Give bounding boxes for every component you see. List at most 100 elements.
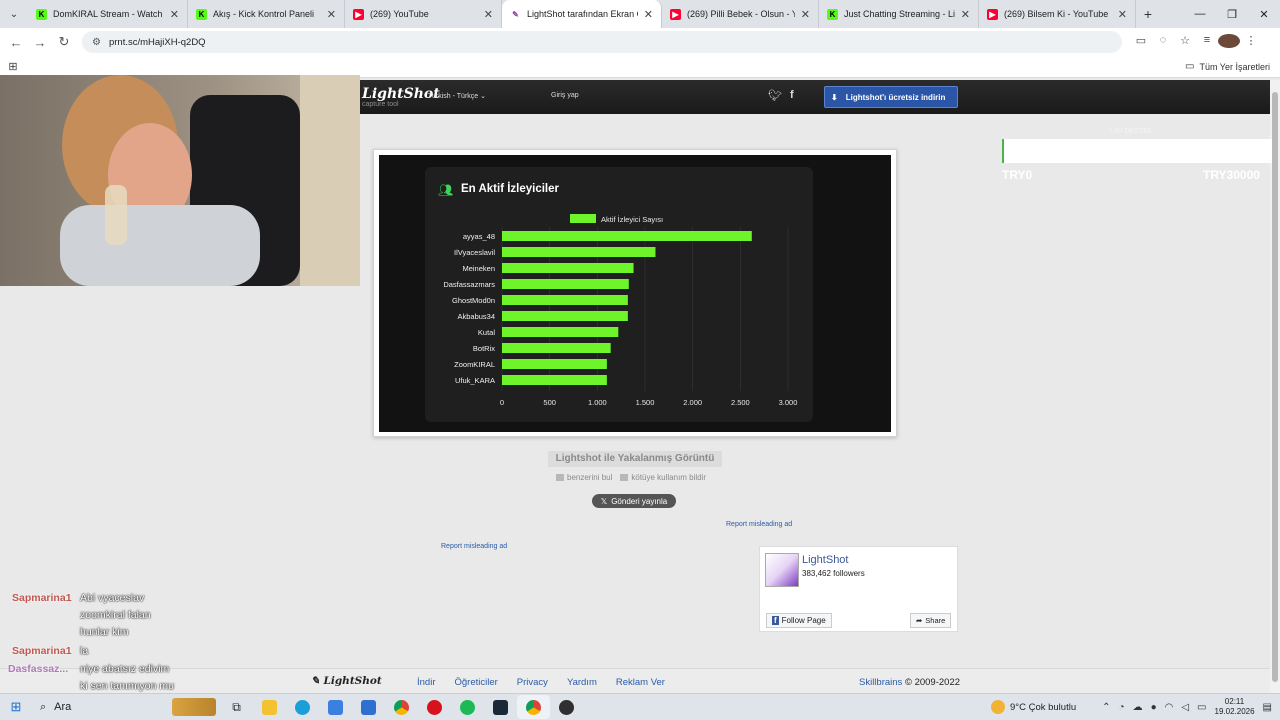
footer-link-download[interactable]: İndir	[417, 677, 435, 688]
footer-link-tutorials[interactable]: Öğreticiler	[454, 677, 497, 688]
tab-domkiral[interactable]: K DomKIRAL Stream - Watch Live ✕	[28, 0, 188, 28]
mic-icon[interactable]: ●	[1151, 702, 1157, 713]
cloud-icon[interactable]: ☁	[1133, 702, 1143, 713]
weather-widget[interactable]: 9°C Çok bulutlu	[991, 700, 1076, 714]
close-icon[interactable]: ✕	[961, 8, 970, 21]
back-icon[interactable]: ←	[4, 35, 28, 50]
facebook-icon[interactable]: f	[790, 89, 794, 102]
taskbar-search[interactable]: ⌕ Ara	[32, 696, 220, 718]
close-icon[interactable]: ✕	[170, 8, 179, 21]
chrome-active-icon[interactable]	[517, 695, 550, 719]
y-tick-label: Kutal	[478, 328, 495, 337]
weather-text: 9°C Çok bulutlu	[1010, 701, 1077, 713]
follow-page-button[interactable]: f Follow Page	[766, 613, 832, 628]
footer-link-privacy[interactable]: Privacy	[517, 677, 548, 688]
windows-start-icon[interactable]: ⊞	[0, 699, 32, 715]
captured-screenshot[interactable]: 👥︎ En Aktif İzleyiciler Aktif İzleyici S…	[373, 149, 897, 437]
chart-card: 👥︎ En Aktif İzleyiciler Aktif İzleyici S…	[425, 167, 813, 422]
task-view-icon[interactable]: ⧉	[220, 695, 253, 719]
share-button[interactable]: ➦ Share	[910, 613, 952, 628]
legend-label: Aktif İzleyici Sayısı	[601, 215, 663, 224]
apps-grid-icon[interactable]: ⊞	[0, 60, 26, 73]
bar-chart: Aktif İzleyici Sayısı 0 500 1.000 1.500 2.000…	[443, 214, 797, 407]
chevron-up-icon[interactable]: ⌃	[1102, 702, 1110, 713]
y-tick-label: ayyas_48	[463, 232, 495, 241]
chrome-icon[interactable]	[385, 695, 418, 719]
find-similar-link[interactable]: benzerini bul	[556, 473, 612, 482]
close-icon[interactable]: ✕	[644, 8, 653, 21]
skillbrains-link[interactable]: Skillbrains	[859, 677, 902, 688]
close-window-icon[interactable]: ✕	[1248, 8, 1280, 21]
notifications-icon[interactable]: ▤	[1263, 702, 1272, 713]
file-explorer-icon[interactable]	[253, 695, 286, 719]
report-ad-link[interactable]: Report misleading ad	[726, 521, 792, 528]
tab-lightshot[interactable]: ✎ LightShot tarafından Ekran Görü ✕	[502, 0, 662, 28]
bar	[502, 247, 656, 257]
y-tick-label: IlVyaceslavil	[454, 248, 495, 257]
reload-icon[interactable]: ↻	[52, 34, 76, 50]
close-icon[interactable]: ✕	[327, 8, 336, 21]
search-label: Ara	[54, 701, 72, 713]
reading-list-icon[interactable]: ≡	[1196, 34, 1218, 51]
footer-link-advertise[interactable]: Reklam Ver	[616, 677, 665, 688]
y-tick-label: Meineken	[462, 264, 495, 273]
restore-icon[interactable]: ❐	[1216, 8, 1248, 21]
tab-search-icon[interactable]: ⌄	[0, 0, 28, 28]
lightshot-page-avatar[interactable]	[765, 553, 799, 587]
twitter-icon[interactable]: 🐦︎	[768, 89, 782, 102]
legend-swatch	[570, 214, 596, 223]
language-select[interactable]: Turkish - Türkçe ⌄	[428, 92, 486, 100]
star-icon[interactable]: ☆	[1174, 34, 1196, 51]
obs-icon[interactable]	[550, 695, 583, 719]
youtube-icon: ▶	[987, 8, 998, 20]
chat-message: zoomkiral falan	[80, 609, 151, 621]
store-icon[interactable]	[319, 695, 352, 719]
minimize-icon[interactable]: —	[1184, 8, 1216, 21]
tab-youtube[interactable]: ▶ (269) YouTube ✕	[345, 0, 502, 28]
footer-link-help[interactable]: Yardım	[567, 677, 597, 688]
report-abuse-link[interactable]: kötüye kullanım bildir	[620, 473, 706, 482]
system-tray: 9°C Çok bulutlu ⌃ ◔ ☁ ● ◠ ◁ ▭ 02:11 19.0…	[991, 697, 1280, 717]
chat-message: niye abatsız edivim	[80, 663, 170, 675]
network-icon[interactable]: ◔	[1119, 702, 1125, 713]
menu-icon[interactable]: ⋮	[1240, 34, 1262, 51]
fb-followers: 383,462 followers	[802, 569, 865, 578]
tweet-button[interactable]: 𝕏 Gönderi yayınla	[592, 494, 676, 508]
forward-icon[interactable]: →	[28, 35, 52, 50]
site-info-icon[interactable]: ⚙	[92, 37, 101, 48]
webcam-feed	[0, 75, 360, 286]
volume-icon[interactable]: ◁	[1181, 702, 1189, 713]
tab-bilsem[interactable]: ▶ (269) Bilsem Ki - YouTube ✕	[979, 0, 1136, 28]
chat-username: Sapmarina1	[12, 592, 72, 604]
clock-time: 02:11	[1224, 697, 1245, 706]
all-bookmarks[interactable]: ▭ Tüm Yer İşaretleri	[1185, 61, 1270, 72]
close-icon[interactable]: ✕	[1118, 8, 1127, 21]
bar	[502, 231, 752, 241]
cast-icon[interactable]: ▭	[1130, 34, 1152, 51]
close-icon[interactable]: ✕	[801, 8, 810, 21]
footer-logo[interactable]: ✎ LightShot	[311, 675, 382, 687]
avatar[interactable]	[1218, 33, 1240, 51]
fb-page-name[interactable]: LightShot	[802, 554, 848, 566]
webcam-overlay	[0, 75, 360, 286]
download-button[interactable]: ⬇ Lightshot'ı ücretsiz indirin	[824, 86, 958, 108]
tab-just-chatting[interactable]: K Just Chatting Streaming - Live C ✕	[819, 0, 979, 28]
login-link[interactable]: Giriş yap	[551, 92, 579, 99]
edge-icon[interactable]	[286, 695, 319, 719]
page-scrollbar[interactable]	[1270, 80, 1280, 693]
eye-off-icon[interactable]: ◌	[1152, 34, 1174, 51]
spotify-icon[interactable]	[451, 695, 484, 719]
report-ad-link[interactable]: Report misleading ad	[441, 543, 507, 550]
address-bar[interactable]: ⚙ prnt.sc/mHajiXH-q2DQ	[82, 31, 1122, 53]
new-tab-button[interactable]: +	[1136, 6, 1160, 22]
battery-icon[interactable]: ▭	[1197, 702, 1206, 713]
close-icon[interactable]: ✕	[484, 8, 493, 21]
steam-icon[interactable]	[484, 695, 517, 719]
opera-icon[interactable]	[418, 695, 451, 719]
wifi-icon[interactable]: ◠	[1165, 702, 1174, 713]
clock[interactable]: 02:11 19.02.2026	[1215, 697, 1255, 717]
tab-kick-panel[interactable]: K Akış - Kick Kontrol Paneli ✕	[188, 0, 345, 28]
mail-icon[interactable]	[352, 695, 385, 719]
download-label: Lightshot'ı ücretsiz indirin	[845, 92, 946, 102]
tab-pilli-bebek[interactable]: ▶ (269) Pilli Bebek - Olsun - YouTu ✕	[662, 0, 819, 28]
